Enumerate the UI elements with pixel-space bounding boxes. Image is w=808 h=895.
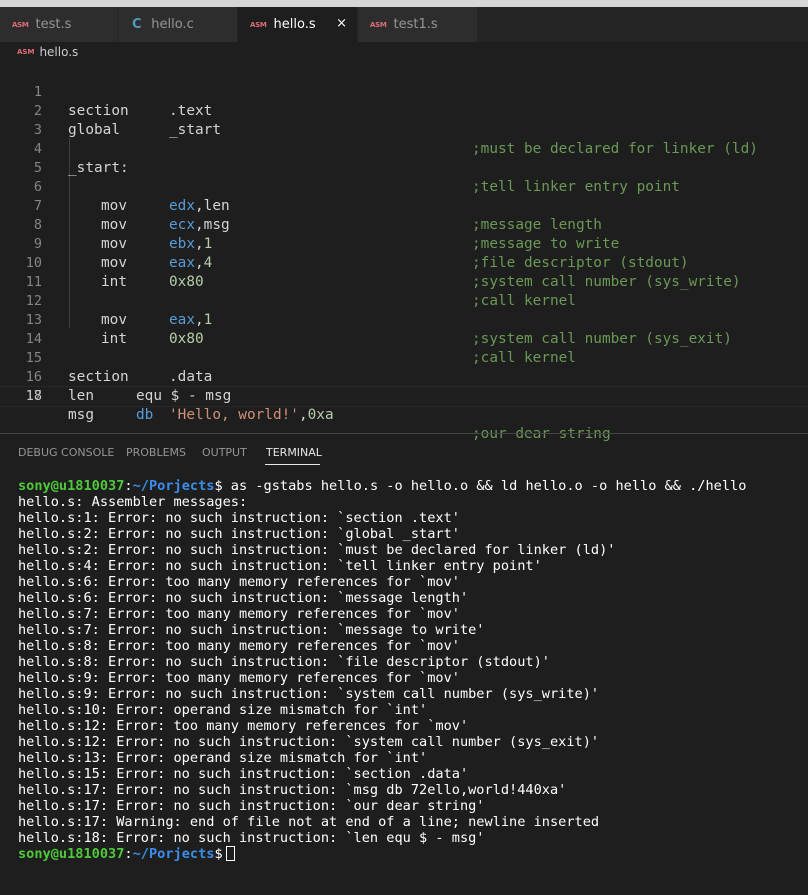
- active-tab-indicator: [265, 464, 320, 465]
- terminal-output-line: hello.s:1: Error: no such instruction: `…: [18, 510, 460, 526]
- code-line[interactable]: 15 section .data: [0, 330, 808, 385]
- code-line[interactable]: 13 int 0x80 ;call kernel: [0, 292, 808, 366]
- breadcrumb[interactable]: ASM hello.s: [0, 42, 808, 62]
- code-line[interactable]: 10 int 0x80 ;call kernel: [0, 235, 808, 309]
- prompt-path: ~/Porjects: [132, 846, 215, 862]
- prompt-user: sony@u1810037: [18, 846, 125, 862]
- terminal-prompt-line[interactable]: sony@u1810037:~/Porjects$: [18, 846, 808, 862]
- terminal-output-line: hello.s:13: Error: operand size mismatch…: [18, 750, 428, 766]
- terminal-output-line: hello.s:7: Error: too many memory refere…: [18, 606, 460, 622]
- asm-file-icon: ASM: [250, 20, 267, 29]
- terminal-output-line: hello.s:18: Error: no such instruction: …: [18, 830, 485, 846]
- code-line[interactable]: 6 mov edx,len ;message length: [0, 159, 808, 233]
- breadcrumb-file[interactable]: hello.s: [39, 45, 78, 59]
- code-line[interactable]: 9 mov eax,4 ;system call number (sys_writ…: [0, 216, 808, 290]
- asm-file-icon: ASM: [12, 20, 29, 29]
- terminal-output-line: hello.s: Assembler messages:: [18, 494, 248, 510]
- tab-label: hello.c: [151, 17, 194, 32]
- code-line[interactable]: 12 mov eax,1 ;system call number (sys_exi…: [0, 273, 808, 347]
- terminal-output-line: hello.s:12: Error: too many memory refer…: [18, 718, 469, 734]
- terminal-command-line: sony@u1810037:~/Porjects$ as -gstabs hel…: [18, 478, 747, 494]
- code-line[interactable]: 5: [0, 140, 808, 176]
- terminal-output-line: hello.s:6: Error: no such instruction: `…: [18, 590, 469, 606]
- code-text: msg db 'Hello, world!',0xa: [68, 407, 334, 423]
- line-number: 18: [25, 388, 42, 404]
- terminal-output[interactable]: sony@u1810037:~/Porjects$ as -gstabs hel…: [18, 478, 808, 862]
- code-line[interactable]: 7 mov ecx,msg ;message to write: [0, 178, 808, 252]
- terminal-output-line: hello.s:17: Warning: end of file not at …: [18, 814, 600, 830]
- terminal-output-line: hello.s:10: Error: operand size mismatch…: [18, 702, 428, 718]
- terminal-output-line: hello.s:8: Error: too many memory refere…: [18, 638, 460, 654]
- terminal-output-line: hello.s:8: Error: no such instruction: `…: [18, 654, 550, 670]
- asm-file-icon: ASM: [17, 48, 35, 56]
- terminal-output-line: hello.s:9: Error: no such instruction: `…: [18, 686, 600, 702]
- terminal-output-line: hello.s:7: Error: no such instruction: `…: [18, 622, 485, 638]
- code-line[interactable]: 2 global _start ;must be declared for lin…: [0, 83, 808, 157]
- tab-test1-s[interactable]: ASM test1.s: [358, 7, 478, 42]
- terminal-output-line: hello.s:12: Error: no such instruction: …: [18, 734, 600, 750]
- tab-hello-c[interactable]: C hello.c: [118, 7, 238, 42]
- code-line[interactable]: 8 mov ebx,1 ;file descriptor (stdout): [0, 197, 808, 271]
- code-line-current[interactable]: 18 len equ $ - msg: [0, 386, 808, 407]
- tab-terminal[interactable]: TERMINAL: [266, 446, 322, 459]
- panel-tab-bar: DEBUG CONSOLE PROBLEMS OUTPUT TERMINAL: [0, 434, 808, 468]
- terminal-output-line: hello.s:2: Error: no such instruction: `…: [18, 542, 616, 558]
- code-line[interactable]: 4 _start: ;tell linker entry point: [0, 121, 808, 195]
- tab-label: test.s: [35, 17, 72, 32]
- code-text: len equ $ - msg: [68, 388, 232, 404]
- code-line[interactable]: 11: [0, 254, 808, 290]
- tab-label: hello.s: [273, 17, 316, 32]
- code-editor[interactable]: 1 section .text 2 global _start ;must be d…: [0, 62, 808, 442]
- prompt-path: ~/Porjects: [132, 478, 215, 494]
- close-icon[interactable]: ×: [336, 16, 347, 31]
- c-file-icon: C: [132, 17, 142, 32]
- terminal-output-line: hello.s:9: Error: too many memory refere…: [18, 670, 460, 686]
- code-line[interactable]: 1 section .text: [0, 64, 808, 119]
- editor-tab-bar: ASM test.s C hello.c ASM hello.s × ASM t…: [0, 7, 808, 42]
- prompt-user: sony@u1810037: [18, 478, 125, 494]
- code-line[interactable]: 14: [0, 311, 808, 347]
- window-top-strip: [0, 0, 808, 7]
- terminal-output-line: hello.s:6: Error: too many memory refere…: [18, 574, 460, 590]
- tab-problems[interactable]: PROBLEMS: [126, 446, 186, 459]
- tab-output[interactable]: OUTPUT: [202, 446, 247, 459]
- terminal-output-line: hello.s:15: Error: no such instruction: …: [18, 766, 469, 782]
- asm-file-icon: ASM: [370, 20, 387, 29]
- terminal-output-line: hello.s:2: Error: no such instruction: `…: [18, 526, 460, 542]
- tab-test-s[interactable]: ASM test.s: [0, 7, 118, 42]
- terminal-cursor: [225, 846, 235, 861]
- tab-label: test1.s: [393, 17, 438, 32]
- terminal-output-line: hello.s:4: Error: no such instruction: `…: [18, 558, 542, 574]
- terminal-output-line: hello.s:17: Error: no such instruction: …: [18, 782, 567, 798]
- code-line[interactable]: 16: [0, 349, 808, 385]
- terminal-output-line: hello.s:17: Error: no such instruction: …: [18, 798, 485, 814]
- tab-debug-console[interactable]: DEBUG CONSOLE: [18, 446, 114, 459]
- code-line[interactable]: 17 msg db 'Hello, world!',0xa ;our dear st…: [0, 368, 808, 442]
- terminal-command: as -gstabs hello.s -o hello.o && ld hell…: [222, 478, 747, 494]
- tab-hello-s[interactable]: ASM hello.s ×: [238, 7, 358, 42]
- code-line[interactable]: 3: [0, 102, 808, 138]
